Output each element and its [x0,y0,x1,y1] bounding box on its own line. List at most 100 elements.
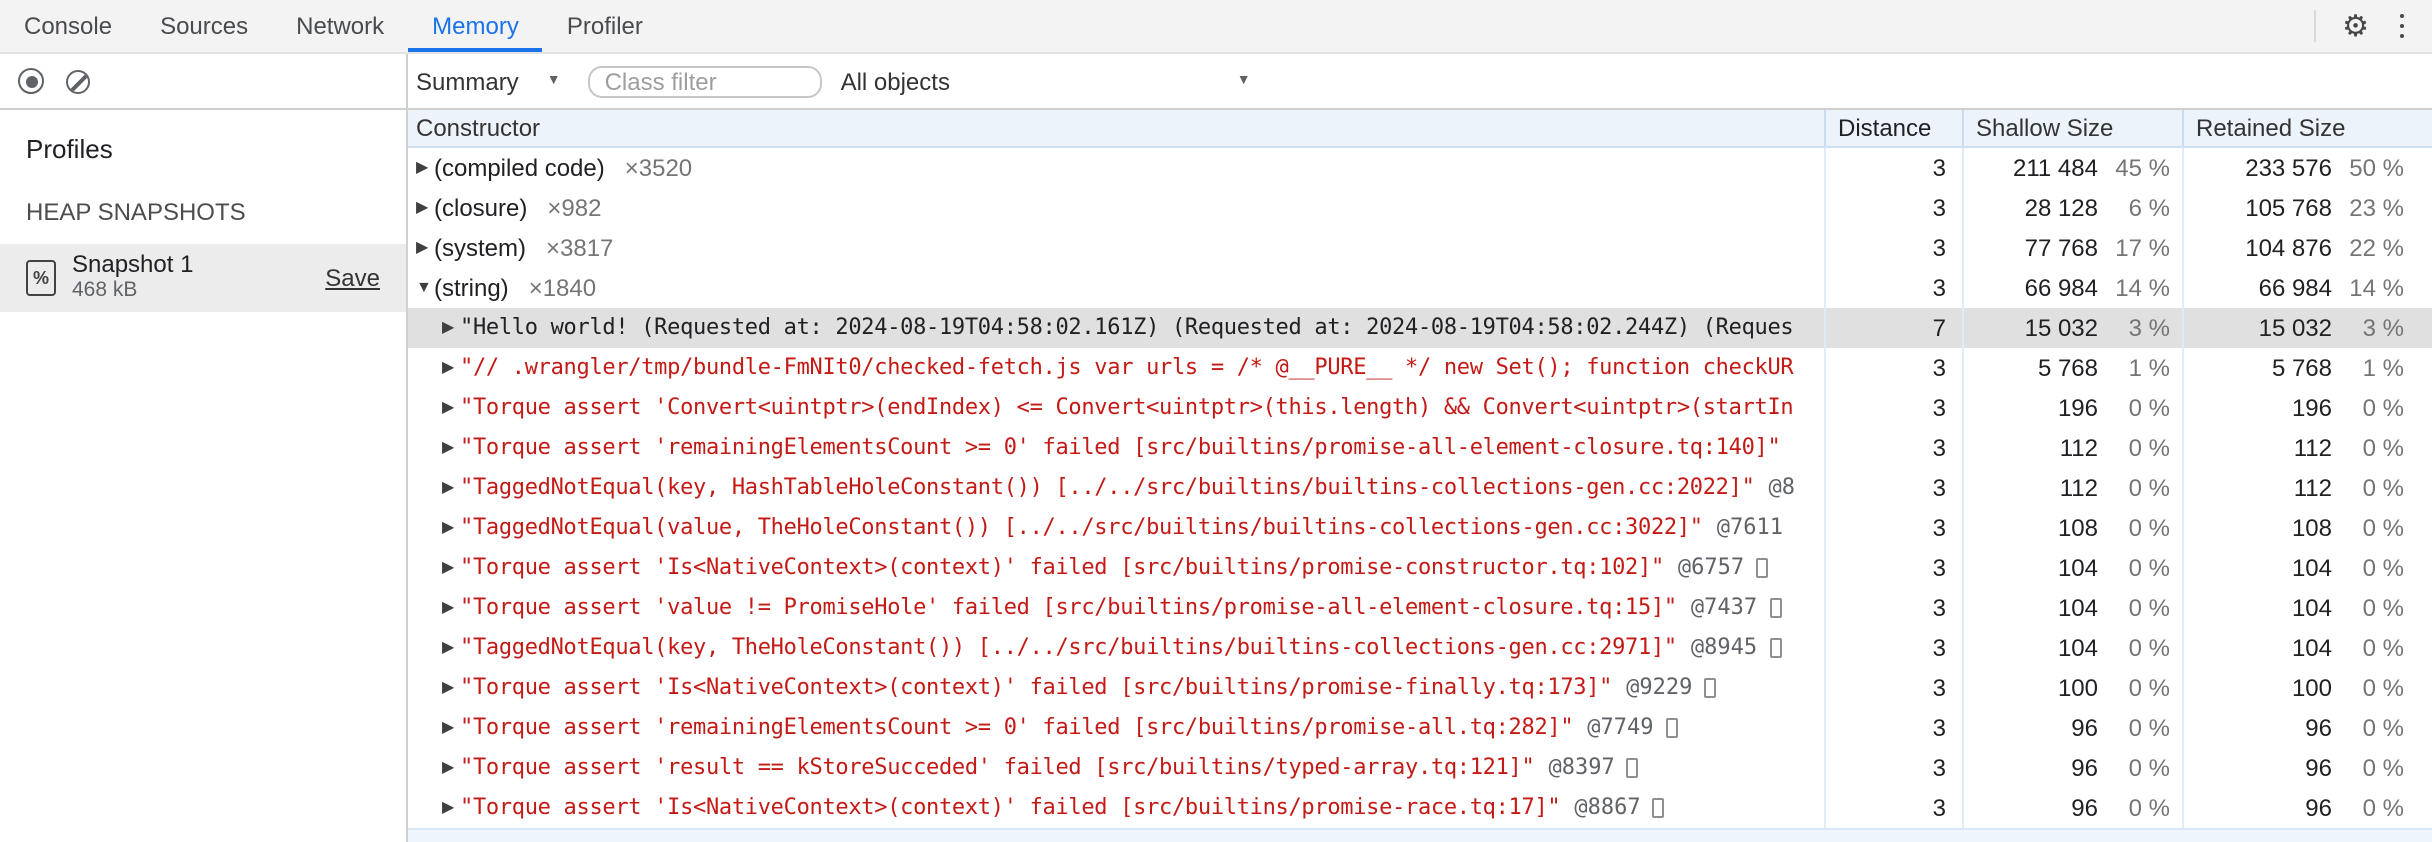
clear-icon[interactable] [66,69,90,93]
perspective-select[interactable]: Summary ▼ [416,67,561,95]
expand-arrow-icon[interactable]: ▶ [442,588,460,628]
expand-arrow-icon[interactable]: ▶ [442,668,460,708]
retained-size-cell: 104 876 22 % [2184,228,2432,268]
collapse-arrow-icon[interactable]: ▼ [416,268,434,308]
constructor-cell: ▶ (closure) ×982 [408,188,1826,228]
retained-size-cell: 104 0 % [2184,548,2432,588]
shallow-size-cell: 211 484 45 % [1964,148,2184,188]
string-value: "Hello world! (Requested at: 2024-08-19T… [460,314,1794,340]
table-row[interactable]: ▶ "Torque assert 'remainingElementsCount … [408,428,2432,468]
expand-arrow-icon[interactable]: ▶ [442,308,460,348]
expand-arrow-icon[interactable]: ▶ [442,428,460,468]
tab-profiler[interactable]: Profiler [543,0,667,52]
distance-cell: 7 [1826,308,1964,348]
retained-size-value: 104 [2291,554,2332,582]
retained-size-cell: 233 576 50 % [2184,148,2432,188]
shallow-size-value: 104 [2057,554,2098,582]
shallow-size-value: 104 [2057,594,2098,622]
constructor-cell: ▶ "Torque assert 'Is<NativeContext>(conte… [408,788,1826,828]
tab-network[interactable]: Network [272,0,408,52]
retained-size-percent: 0 % [2362,674,2404,702]
shallow-size-value: 66 984 [2024,274,2098,302]
column-header-shallow-size[interactable]: Shallow Size [1964,110,2184,146]
table-row[interactable]: ▶ "Torque assert 'remainingElementsCount … [408,708,2432,748]
column-header-distance[interactable]: Distance [1826,110,1964,146]
distance-cell: 3 [1826,428,1964,468]
retained-size-value: 15 032 [2258,314,2332,342]
constructor-cell: ▶ "Torque assert 'value != PromiseHole' f… [408,588,1826,628]
expand-arrow-icon[interactable]: ▶ [442,388,460,428]
expand-arrow-icon[interactable]: ▶ [442,348,460,388]
retained-size-cell: 5 768 1 % [2184,348,2432,388]
missing-glyph-icon [1626,758,1639,778]
missing-glyph-icon [1704,678,1717,698]
shallow-size-value: 96 [2071,794,2098,822]
kebab-menu-icon[interactable] [2395,10,2408,43]
objects-select-value: All objects [840,67,950,95]
expand-arrow-icon[interactable]: ▶ [442,748,460,788]
expand-arrow-icon[interactable]: ▶ [442,628,460,668]
grid-toolbar: Summary ▼ All objects ▼ [408,54,2432,108]
column-header-retained-size[interactable]: Retained Size [2184,110,2432,146]
shallow-size-value: 211 484 [2013,154,2098,182]
retained-size-percent: 0 % [2362,394,2404,422]
constructor-cell: ▶ (compiled code) ×3520 [408,148,1826,188]
gear-icon[interactable]: ⚙ [2342,11,2369,41]
instance-count: ×3817 [546,234,614,262]
expand-arrow-icon[interactable]: ▶ [416,188,434,228]
object-id: @7611 [1716,514,1783,540]
tab-memory[interactable]: Memory [408,0,543,52]
expand-arrow-icon[interactable]: ▶ [442,548,460,588]
expand-arrow-icon[interactable]: ▶ [442,708,460,748]
retained-size-value: 196 [2291,394,2332,422]
table-row[interactable]: ▶ "Torque assert 'result == kStoreSuccede… [408,748,2432,788]
grid-header: Constructor Distance Shallow Size Retain… [408,110,2432,148]
class-filter-input[interactable] [588,65,823,97]
sidebar-item-snapshot-1[interactable]: % Snapshot 1 468 kB Save [0,244,406,312]
expand-arrow-icon[interactable]: ▶ [416,228,434,268]
table-row[interactable]: ▶ (system) ×3817 3 77 768 17 % 104 876 22 % [408,228,2432,268]
expand-arrow-icon[interactable]: ▶ [442,508,460,548]
snapshot-size: 468 kB [72,278,138,303]
table-row[interactable]: ▶ "Torque assert 'value != PromiseHole' f… [408,588,2432,628]
snapshot-save-link[interactable]: Save [325,264,380,292]
constructor-cell: ▶ "TaggedNotEqual(key, TheHoleConstant())… [408,628,1826,668]
shallow-size-value: 112 [2059,434,2098,462]
expand-arrow-icon[interactable]: ▶ [442,788,460,828]
shallow-size-percent: 0 % [2128,554,2170,582]
distance-cell: 3 [1826,708,1964,748]
table-row[interactable]: ▶ "TaggedNotEqual(key, HashTableHoleConst… [408,468,2432,508]
record-icon[interactable] [18,68,44,94]
shallow-size-percent: 17 % [2115,234,2170,262]
column-header-constructor[interactable]: Constructor [408,110,1826,146]
snapshot-document-icon: % [26,260,56,296]
tab-sources[interactable]: Sources [136,0,272,52]
expand-arrow-icon[interactable]: ▶ [416,148,434,188]
table-row[interactable]: ▶ "TaggedNotEqual(key, TheHoleConstant())… [408,628,2432,668]
table-row[interactable]: ▶ "Hello world! (Requested at: 2024-08-19… [408,308,2432,348]
expand-arrow-icon[interactable]: ▶ [442,468,460,508]
tab-console[interactable]: Console [0,0,136,52]
table-row[interactable]: ▶ "// .wrangler/tmp/bundle-FmNIt0/checked… [408,348,2432,388]
retained-size-cell: 100 0 % [2184,668,2432,708]
objects-select[interactable]: All objects ▼ [841,67,1251,95]
shallow-size-cell: 77 768 17 % [1964,228,2184,268]
table-row[interactable]: ▶ (compiled code) ×3520 3 211 484 45 % 233 576… [408,148,2432,188]
table-row[interactable]: ▶ "Torque assert 'Is<NativeContext>(conte… [408,548,2432,588]
grid-bottom-strip [408,828,2432,842]
table-row[interactable]: ▶ "Torque assert 'Convert<uintptr>(endInd… [408,388,2432,428]
shallow-size-cell: 96 0 % [1964,788,2184,828]
table-row[interactable]: ▼ (string) ×1840 3 66 984 14 % 66 984 14 % [408,268,2432,308]
string-value: "Torque assert 'Is<NativeContext>(contex… [460,554,1664,580]
retained-size-percent: 0 % [2362,514,2404,542]
table-row[interactable]: ▶ "Torque assert 'Is<NativeContext>(conte… [408,668,2432,708]
table-row[interactable]: ▶ "TaggedNotEqual(value, TheHoleConstant(… [408,508,2432,548]
retained-size-value: 66 984 [2258,274,2332,302]
table-row[interactable]: ▶ (closure) ×982 3 28 128 6 % 105 768 23 % [408,188,2432,228]
shallow-size-percent: 0 % [2128,674,2170,702]
shallow-size-percent: 0 % [2128,474,2170,502]
table-row[interactable]: ▶ "Torque assert 'Is<NativeContext>(conte… [408,788,2432,828]
shallow-size-cell: 28 128 6 % [1964,188,2184,228]
string-value: "Torque assert 'remainingElementsCount >… [460,434,1781,460]
distance-cell: 3 [1826,188,1964,228]
